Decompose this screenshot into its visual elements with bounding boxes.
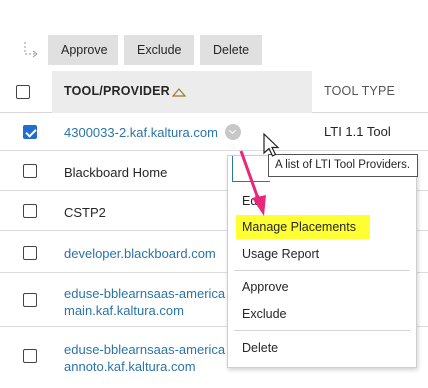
mouse-cursor-icon: [263, 133, 280, 157]
provider-link-line2: annoto.kaf.kaltura.com: [64, 359, 196, 374]
provider-link-line1: eduse-bblearnsaas-america: [64, 286, 226, 301]
bulk-action-toolbar: Approve Exclude Delete: [48, 35, 262, 65]
provider-name: CSTP2: [64, 205, 106, 220]
table-row: 4300033-2.kaf.kaltura.com LTI 1.1 Tool: [0, 113, 428, 151]
provider-link[interactable]: developer.blackboard.com: [64, 245, 216, 262]
menu-item-approve[interactable]: Approve: [242, 280, 289, 294]
chevron-down-icon[interactable]: [225, 124, 241, 140]
row-checkbox[interactable]: [23, 125, 37, 139]
row-checkbox[interactable]: [23, 204, 37, 218]
row-checkbox[interactable]: [23, 293, 37, 307]
provider-column-label[interactable]: TOOL/PROVIDER: [64, 84, 170, 98]
tooltip: A list of LTI Tool Providers.: [268, 154, 418, 177]
row-checkbox[interactable]: [23, 349, 37, 363]
row-checkbox[interactable]: [23, 246, 37, 260]
provider-link[interactable]: 4300033-2.kaf.kaltura.com: [64, 124, 218, 141]
delete-button[interactable]: Delete: [200, 35, 262, 65]
provider-link-line2: main.kaf.kaltura.com: [64, 303, 184, 318]
provider-link[interactable]: eduse-bblearnsaas-america annoto.kaf.kal…: [64, 341, 225, 375]
menu-divider: [234, 330, 410, 331]
provider-link[interactable]: eduse-bblearnsaas-america main.kaf.kaltu…: [64, 285, 225, 319]
provider-name: Blackboard Home: [64, 165, 168, 180]
tool-type-column-label[interactable]: TOOL TYPE: [324, 84, 395, 98]
select-all-checkbox[interactable]: [16, 85, 30, 99]
provider-link-line1: eduse-bblearnsaas-america: [64, 342, 226, 357]
move-arrow-icon: [24, 42, 38, 58]
row-checkbox[interactable]: [23, 164, 37, 178]
menu-item-exclude[interactable]: Exclude: [242, 307, 286, 321]
table-header: TOOL/PROVIDER TOOL TYPE: [0, 71, 428, 113]
exclude-button[interactable]: Exclude: [124, 35, 194, 65]
menu-item-usage-report[interactable]: Usage Report: [242, 247, 319, 261]
menu-item-delete[interactable]: Delete: [242, 341, 278, 355]
annotation-arrow-icon: [239, 150, 266, 216]
tool-type: LTI 1.1 Tool: [324, 124, 391, 139]
sort-ascending-icon[interactable]: [172, 87, 186, 97]
approve-button[interactable]: Approve: [48, 35, 118, 65]
menu-divider: [234, 270, 410, 271]
